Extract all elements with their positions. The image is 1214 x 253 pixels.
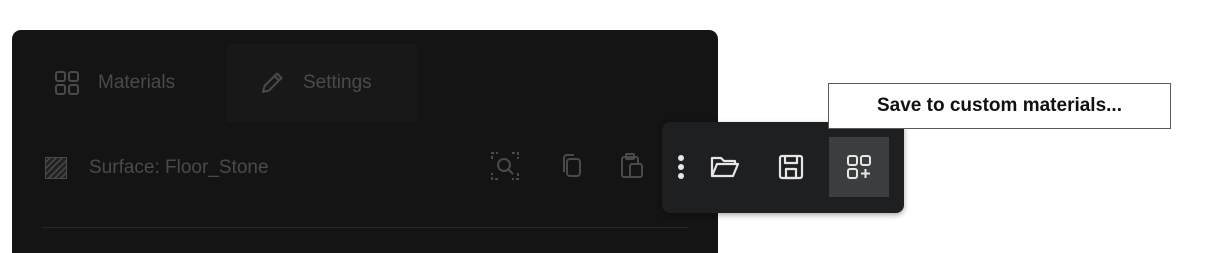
more-options-icon[interactable] xyxy=(666,145,696,189)
open-folder-icon[interactable] xyxy=(703,145,747,189)
tab-settings-label: Settings xyxy=(303,72,372,93)
add-to-grid-icon[interactable] xyxy=(829,137,889,197)
tab-materials-label: Materials xyxy=(98,72,176,93)
copy-icon[interactable] xyxy=(556,150,588,182)
material-panel: Materials Settings Surface: Floor_Stone xyxy=(12,30,718,253)
tab-settings[interactable]: Settings xyxy=(227,44,417,122)
save-icon[interactable] xyxy=(769,145,813,189)
surface-swatch-icon xyxy=(44,156,68,180)
tab-materials[interactable]: Materials xyxy=(52,44,175,122)
paste-icon[interactable] xyxy=(616,150,648,182)
zoom-fit-icon[interactable] xyxy=(489,150,521,182)
pencil-icon xyxy=(257,68,287,98)
grid-icon xyxy=(52,68,82,98)
tab-bar: Materials Settings xyxy=(12,44,718,122)
surface-label: Surface: Floor_Stone xyxy=(89,157,269,178)
save-tooltip: Save to custom materials... xyxy=(828,83,1171,129)
section-divider xyxy=(42,227,688,228)
surface-row: Surface: Floor_Stone xyxy=(44,156,269,180)
floating-toolbar xyxy=(662,122,904,213)
